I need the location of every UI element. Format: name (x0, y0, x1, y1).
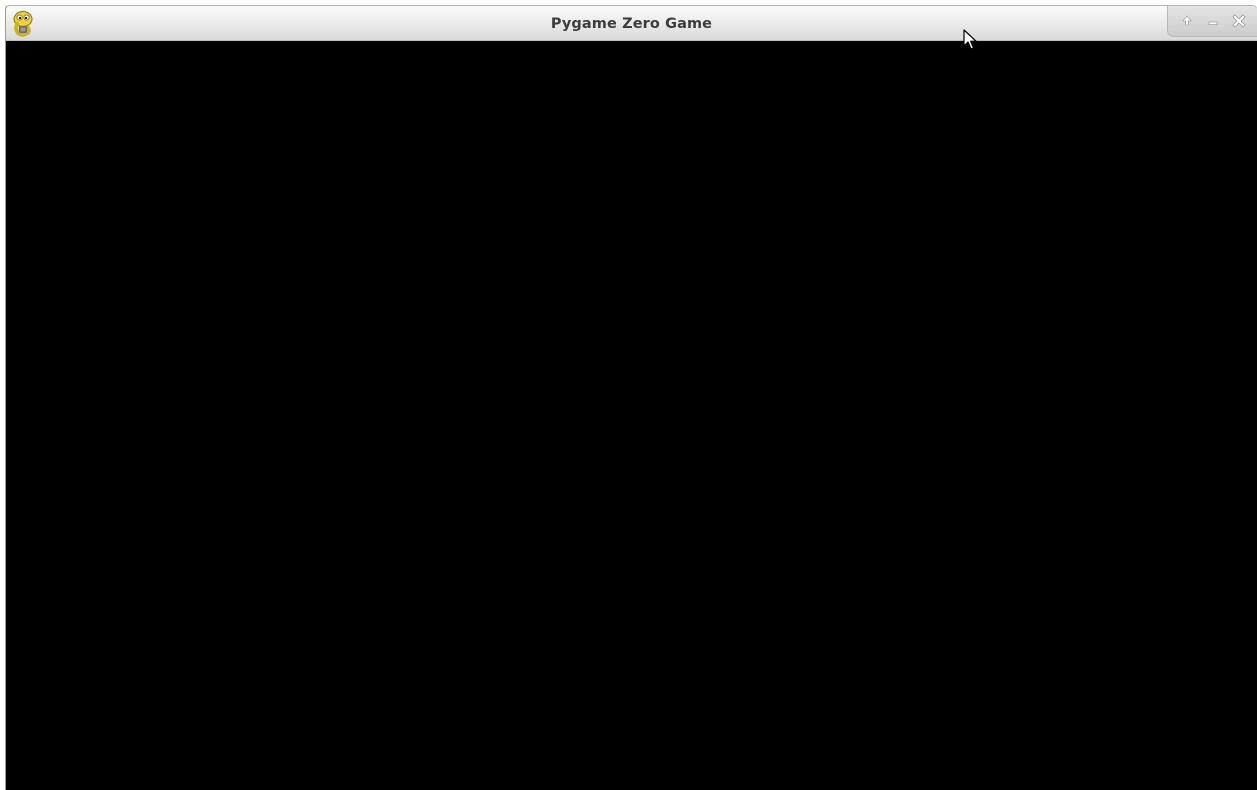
window-controls (1167, 6, 1257, 37)
window-titlebar[interactable]: Pygame Zero Game (6, 6, 1257, 41)
maximize-button[interactable] (1178, 12, 1196, 30)
minimize-icon (1208, 21, 1218, 25)
close-icon (1232, 14, 1246, 28)
close-button[interactable] (1230, 12, 1248, 30)
minimize-button[interactable] (1204, 12, 1222, 30)
game-window: Pygame Zero Game (5, 5, 1257, 790)
game-canvas[interactable] (6, 41, 1257, 790)
window-title: Pygame Zero Game (550, 16, 713, 32)
arrow-up-icon (1182, 15, 1192, 26)
